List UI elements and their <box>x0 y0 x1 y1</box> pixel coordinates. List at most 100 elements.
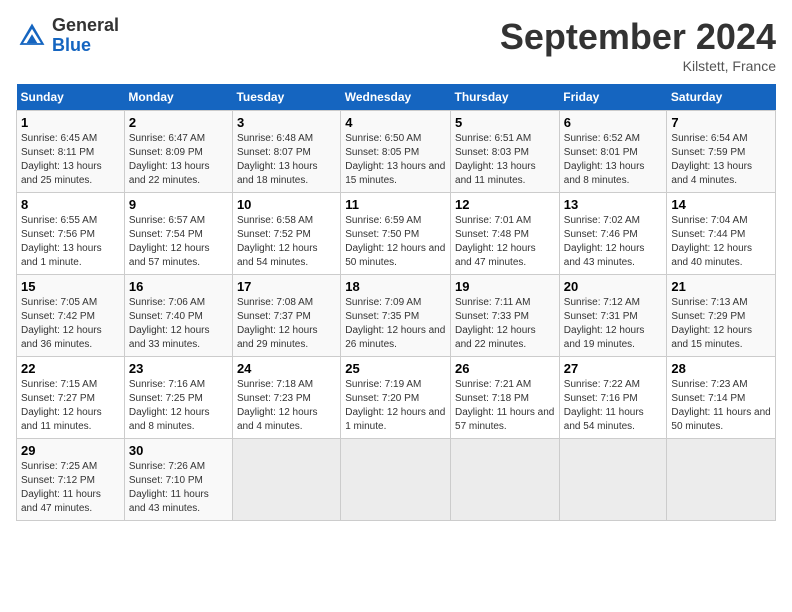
day-number: 10 <box>237 197 336 212</box>
calendar-week-0: 1 Sunrise: 6:45 AMSunset: 8:11 PMDaylight… <box>17 111 776 193</box>
calendar-cell: 1 Sunrise: 6:45 AMSunset: 8:11 PMDaylight… <box>17 111 125 193</box>
logo-text: General Blue <box>52 16 119 56</box>
day-info: Sunrise: 6:58 AMSunset: 7:52 PMDaylight:… <box>237 215 318 268</box>
day-info: Sunrise: 7:01 AMSunset: 7:48 PMDaylight:… <box>455 215 536 268</box>
calendar-cell: 23 Sunrise: 7:16 AMSunset: 7:25 PMDayligh… <box>124 357 232 439</box>
day-number: 30 <box>129 443 228 458</box>
calendar-week-1: 8 Sunrise: 6:55 AMSunset: 7:56 PMDaylight… <box>17 193 776 275</box>
calendar-cell: 12 Sunrise: 7:01 AMSunset: 7:48 PMDayligh… <box>451 193 560 275</box>
calendar-cell: 5Sunrise: 6:51 AMSunset: 8:03 PMDaylight… <box>451 111 560 193</box>
calendar-cell <box>667 439 776 521</box>
day-info: Sunrise: 7:22 AMSunset: 7:16 PMDaylight:… <box>564 379 644 432</box>
calendar-cell: 19Sunrise: 7:11 AMSunset: 7:33 PMDayligh… <box>451 275 560 357</box>
day-info: Sunrise: 6:48 AMSunset: 8:07 PMDaylight:… <box>237 133 318 186</box>
calendar-cell: 10 Sunrise: 6:58 AMSunset: 7:52 PMDayligh… <box>232 193 340 275</box>
day-info: Sunrise: 6:47 AMSunset: 8:09 PMDaylight:… <box>129 133 210 186</box>
day-number: 2 <box>129 115 228 130</box>
day-info: Sunrise: 7:23 AMSunset: 7:14 PMDaylight:… <box>671 379 770 432</box>
day-info: Sunrise: 6:57 AMSunset: 7:54 PMDaylight:… <box>129 215 210 268</box>
day-number: 27 <box>564 361 663 376</box>
day-info: Sunrise: 7:13 AMSunset: 7:29 PMDaylight:… <box>671 297 752 350</box>
calendar-cell: 27 Sunrise: 7:22 AMSunset: 7:16 PMDayligh… <box>559 357 667 439</box>
calendar-cell: 24Sunrise: 7:18 AMSunset: 7:23 PMDayligh… <box>232 357 340 439</box>
calendar-cell: 16Sunrise: 7:06 AMSunset: 7:40 PMDayligh… <box>124 275 232 357</box>
day-info: Sunrise: 7:11 AMSunset: 7:33 PMDaylight:… <box>455 297 536 350</box>
header-friday: Friday <box>559 84 667 111</box>
day-info: Sunrise: 7:25 AMSunset: 7:12 PMDaylight:… <box>21 461 101 514</box>
header-thursday: Thursday <box>451 84 560 111</box>
day-number: 26 <box>455 361 555 376</box>
day-number: 24 <box>237 361 336 376</box>
calendar-cell: 13 Sunrise: 7:02 AMSunset: 7:46 PMDayligh… <box>559 193 667 275</box>
day-number: 21 <box>671 279 771 294</box>
day-info: Sunrise: 6:52 AMSunset: 8:01 PMDaylight:… <box>564 133 645 186</box>
calendar-cell: 4Sunrise: 6:50 AMSunset: 8:05 PMDaylight… <box>341 111 451 193</box>
day-number: 12 <box>455 197 555 212</box>
day-info: Sunrise: 6:55 AMSunset: 7:56 PMDaylight:… <box>21 215 102 268</box>
logo-general: General <box>52 15 119 35</box>
day-info: Sunrise: 7:05 AMSunset: 7:42 PMDaylight:… <box>21 297 102 350</box>
calendar-cell <box>559 439 667 521</box>
day-number: 4 <box>345 115 446 130</box>
day-info: Sunrise: 7:02 AMSunset: 7:46 PMDaylight:… <box>564 215 645 268</box>
day-number: 28 <box>671 361 771 376</box>
day-number: 8 <box>21 197 120 212</box>
day-number: 15 <box>21 279 120 294</box>
day-info: Sunrise: 6:59 AMSunset: 7:50 PMDaylight:… <box>345 215 445 268</box>
day-number: 1 <box>21 115 120 130</box>
calendar-cell <box>232 439 340 521</box>
day-info: Sunrise: 7:15 AMSunset: 7:27 PMDaylight:… <box>21 379 102 432</box>
month-title: September 2024 <box>500 16 776 58</box>
day-info: Sunrise: 7:16 AMSunset: 7:25 PMDaylight:… <box>129 379 210 432</box>
day-info: Sunrise: 6:45 AMSunset: 8:11 PMDaylight:… <box>21 133 102 186</box>
calendar-cell: 20Sunrise: 7:12 AMSunset: 7:31 PMDayligh… <box>559 275 667 357</box>
logo-icon <box>16 20 48 52</box>
calendar-week-3: 22 Sunrise: 7:15 AMSunset: 7:27 PMDayligh… <box>17 357 776 439</box>
calendar-cell: 15 Sunrise: 7:05 AMSunset: 7:42 PMDayligh… <box>17 275 125 357</box>
calendar-cell: 6 Sunrise: 6:52 AMSunset: 8:01 PMDaylight… <box>559 111 667 193</box>
day-info: Sunrise: 7:09 AMSunset: 7:35 PMDaylight:… <box>345 297 445 350</box>
calendar-cell: 2 Sunrise: 6:47 AMSunset: 8:09 PMDaylight… <box>124 111 232 193</box>
day-number: 29 <box>21 443 120 458</box>
location: Kilstett, France <box>500 58 776 74</box>
header-tuesday: Tuesday <box>232 84 340 111</box>
day-info: Sunrise: 7:21 AMSunset: 7:18 PMDaylight:… <box>455 379 554 432</box>
calendar-cell <box>451 439 560 521</box>
calendar-cell: 29 Sunrise: 7:25 AMSunset: 7:12 PMDayligh… <box>17 439 125 521</box>
calendar-week-2: 15 Sunrise: 7:05 AMSunset: 7:42 PMDayligh… <box>17 275 776 357</box>
day-number: 17 <box>237 279 336 294</box>
day-number: 11 <box>345 197 446 212</box>
day-number: 25 <box>345 361 446 376</box>
header-saturday: Saturday <box>667 84 776 111</box>
calendar-cell: 25Sunrise: 7:19 AMSunset: 7:20 PMDayligh… <box>341 357 451 439</box>
calendar-cell: 9 Sunrise: 6:57 AMSunset: 7:54 PMDaylight… <box>124 193 232 275</box>
day-number: 6 <box>564 115 663 130</box>
day-number: 22 <box>21 361 120 376</box>
logo: General Blue <box>16 16 119 56</box>
logo-blue: Blue <box>52 35 91 55</box>
calendar-cell: 11 Sunrise: 6:59 AMSunset: 7:50 PMDayligh… <box>341 193 451 275</box>
header-wednesday: Wednesday <box>341 84 451 111</box>
title-block: September 2024 Kilstett, France <box>500 16 776 74</box>
day-number: 20 <box>564 279 663 294</box>
calendar-cell: 8 Sunrise: 6:55 AMSunset: 7:56 PMDaylight… <box>17 193 125 275</box>
day-number: 16 <box>129 279 228 294</box>
calendar-cell <box>341 439 451 521</box>
calendar-cell: 14 Sunrise: 7:04 AMSunset: 7:44 PMDayligh… <box>667 193 776 275</box>
calendar-cell: 28 Sunrise: 7:23 AMSunset: 7:14 PMDayligh… <box>667 357 776 439</box>
day-number: 18 <box>345 279 446 294</box>
day-number: 23 <box>129 361 228 376</box>
calendar-week-4: 29 Sunrise: 7:25 AMSunset: 7:12 PMDayligh… <box>17 439 776 521</box>
day-info: Sunrise: 7:04 AMSunset: 7:44 PMDaylight:… <box>671 215 752 268</box>
day-number: 13 <box>564 197 663 212</box>
day-info: Sunrise: 6:51 AMSunset: 8:03 PMDaylight:… <box>455 133 536 186</box>
calendar-cell: 22 Sunrise: 7:15 AMSunset: 7:27 PMDayligh… <box>17 357 125 439</box>
page-header: General Blue September 2024 Kilstett, Fr… <box>16 16 776 74</box>
day-number: 9 <box>129 197 228 212</box>
day-info: Sunrise: 7:08 AMSunset: 7:37 PMDaylight:… <box>237 297 318 350</box>
day-number: 7 <box>671 115 771 130</box>
calendar-cell: 7Sunrise: 6:54 AMSunset: 7:59 PMDaylight… <box>667 111 776 193</box>
calendar-header-row: SundayMondayTuesdayWednesdayThursdayFrid… <box>17 84 776 111</box>
calendar-cell: 26 Sunrise: 7:21 AMSunset: 7:18 PMDayligh… <box>451 357 560 439</box>
day-number: 14 <box>671 197 771 212</box>
